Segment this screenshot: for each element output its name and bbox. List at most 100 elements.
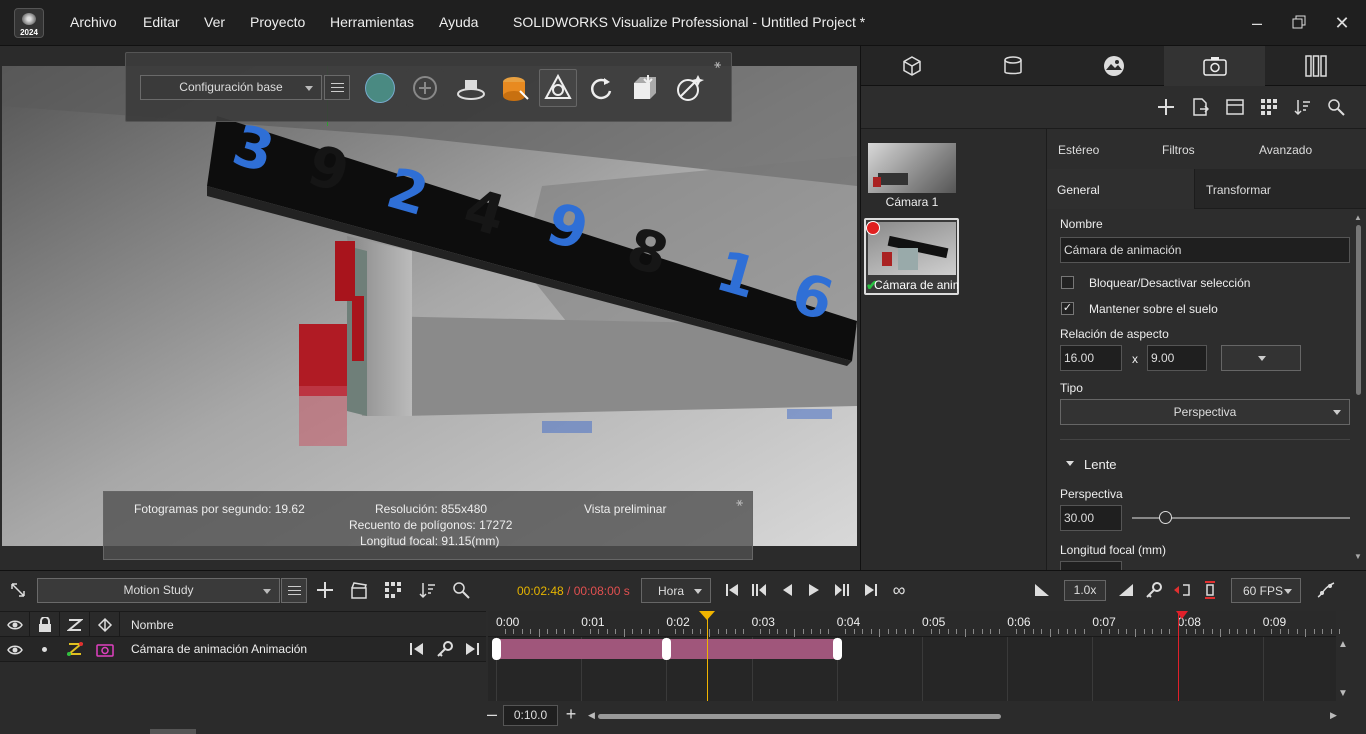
name-column-header[interactable]: Nombre xyxy=(131,618,174,632)
focal-length-field[interactable] xyxy=(1060,561,1122,570)
menu-ayuda[interactable]: Ayuda xyxy=(439,14,478,30)
menu-herramientas[interactable]: Herramientas xyxy=(330,14,414,30)
turntable-icon[interactable] xyxy=(452,69,490,107)
loop-icon[interactable]: ∞ xyxy=(888,580,910,600)
timeline-track[interactable]: 0:00 0:01 0:02 0:03 0:04 0:05 0:06 0:07 0:08 0:09 xyxy=(488,611,1341,701)
configuration-list-button[interactable] xyxy=(324,75,350,100)
aspect-width-field[interactable]: 16.00 xyxy=(1060,345,1122,371)
motion-path-icon[interactable] xyxy=(1315,580,1337,600)
export-cube-icon[interactable] xyxy=(626,69,664,107)
camera-type-dropdown[interactable]: Perspectiva xyxy=(1060,399,1350,425)
row-key-icon[interactable] xyxy=(437,641,453,660)
import-file-icon[interactable] xyxy=(1190,97,1210,117)
camera-thumbnail-selected[interactable]: ✔ Cámara de animación xyxy=(864,218,959,295)
environment-sphere-icon[interactable] xyxy=(361,69,399,107)
next-keyframe-icon[interactable] xyxy=(832,580,852,600)
skip-to-end-icon[interactable] xyxy=(861,580,881,600)
layout-icon[interactable] xyxy=(1225,97,1245,117)
zoom-out-icon[interactable]: – xyxy=(486,704,498,724)
play-icon[interactable] xyxy=(804,580,824,600)
slider-handle[interactable] xyxy=(1158,511,1172,524)
configuration-select[interactable]: Configuración base xyxy=(140,75,322,100)
perspective-slider[interactable] xyxy=(1132,511,1350,524)
aspect-height-field[interactable]: 9.00 xyxy=(1147,345,1207,371)
row-previous-key-icon[interactable] xyxy=(409,643,425,658)
slow-motion-icon[interactable] xyxy=(1032,580,1052,600)
row-unlocked-dot[interactable] xyxy=(42,647,47,652)
end-marker-line[interactable] xyxy=(1177,611,1179,701)
tab-avanzado[interactable]: Avanzado xyxy=(1259,143,1312,157)
type-column[interactable] xyxy=(90,612,120,638)
add-icon[interactable] xyxy=(1156,97,1176,117)
trim-start-icon[interactable] xyxy=(1172,580,1192,600)
keyframe-handle[interactable] xyxy=(492,638,501,660)
key-icon[interactable] xyxy=(1144,580,1164,600)
skip-to-start-icon[interactable] xyxy=(722,580,742,600)
status-pin-icon[interactable]: ⚹ xyxy=(736,495,750,509)
tab-models-icon[interactable] xyxy=(861,46,962,86)
playhead-handle[interactable] xyxy=(699,611,716,620)
time-unit-dropdown[interactable]: Hora xyxy=(641,578,711,603)
tab-filtros[interactable]: Filtros xyxy=(1162,143,1195,157)
scroll-up-icon[interactable]: ▲ xyxy=(1354,213,1362,222)
restore-icon[interactable] xyxy=(1284,10,1314,36)
search-icon[interactable] xyxy=(451,580,471,600)
lock-selection-checkbox[interactable] xyxy=(1061,276,1074,289)
menu-editar[interactable]: Editar xyxy=(143,14,180,30)
refresh-icon[interactable] xyxy=(582,69,620,107)
tab-cameras-icon[interactable] xyxy=(1164,46,1265,86)
scroll-right-icon[interactable]: ▶ xyxy=(1330,710,1337,721)
camera-name-field[interactable]: Cámara de animación xyxy=(1060,237,1350,263)
smart-icon[interactable] xyxy=(406,69,444,107)
camera-tool-icon[interactable] xyxy=(539,69,577,107)
grid-view-icon[interactable] xyxy=(383,580,403,600)
scroll-left-icon[interactable]: ◀ xyxy=(588,710,595,721)
render-effects-icon[interactable] xyxy=(671,69,709,107)
timeline-scroll-up-icon[interactable]: ▲ xyxy=(1338,639,1352,650)
tab-estereo[interactable]: Estéreo xyxy=(1058,143,1099,157)
tab-general[interactable]: General xyxy=(1047,169,1195,209)
keyframe-handle[interactable] xyxy=(662,638,672,660)
playhead-line[interactable] xyxy=(707,611,709,701)
menu-archivo[interactable]: Archivo xyxy=(70,14,117,30)
tab-libraries-icon[interactable] xyxy=(1265,46,1366,86)
timeline-row[interactable]: Cámara de animación Animación xyxy=(0,637,486,662)
add-icon[interactable] xyxy=(315,580,335,600)
scroll-down-icon[interactable]: ▼ xyxy=(1354,552,1362,561)
panel-resize-handle[interactable] xyxy=(150,729,196,734)
study-list-button[interactable] xyxy=(281,578,307,603)
previous-keyframe-icon[interactable] xyxy=(749,580,769,600)
app-logo[interactable]: 2024 xyxy=(14,8,44,38)
zoom-field[interactable]: 0:10.0 xyxy=(503,705,558,726)
step-back-icon[interactable] xyxy=(777,580,797,600)
menu-ver[interactable]: Ver xyxy=(204,14,225,30)
fast-motion-icon[interactable] xyxy=(1116,580,1136,600)
zoom-in-icon[interactable]: + xyxy=(564,704,578,724)
scrollbar[interactable] xyxy=(1356,225,1361,395)
pin-icon[interactable]: ⚹ xyxy=(714,57,728,71)
visibility-column[interactable] xyxy=(0,612,30,638)
3d-viewport[interactable]: 3 9 2 4 9 8 1 6 xyxy=(2,66,857,546)
tab-scenes-icon[interactable] xyxy=(1063,46,1164,86)
timeline-scroll-down-icon[interactable]: ▼ xyxy=(1338,688,1352,699)
row-motion-path-icon[interactable] xyxy=(66,641,84,660)
timeline-scrollbar[interactable] xyxy=(598,714,1001,719)
end-marker-icon[interactable] xyxy=(1200,580,1220,600)
sort-icon[interactable] xyxy=(1292,97,1312,117)
lock-column[interactable] xyxy=(30,612,60,638)
collapse-icon[interactable] xyxy=(8,580,28,600)
sort-icon[interactable] xyxy=(417,580,437,600)
menu-proyecto[interactable]: Proyecto xyxy=(250,14,305,30)
clapperboard-icon[interactable] xyxy=(349,580,369,600)
keyframe-handle[interactable] xyxy=(832,638,842,660)
aspect-preset-dropdown[interactable] xyxy=(1221,345,1301,371)
fps-dropdown[interactable]: 60 FPS xyxy=(1231,578,1301,603)
appearance-icon[interactable] xyxy=(496,69,534,107)
search-icon[interactable] xyxy=(1326,97,1346,117)
end-marker-flag[interactable] xyxy=(1175,611,1188,619)
grid-view-icon[interactable] xyxy=(1259,97,1279,117)
row-next-key-icon[interactable] xyxy=(465,643,481,658)
close-icon[interactable]: ✕ xyxy=(1327,10,1357,36)
chevron-down-icon[interactable] xyxy=(1066,461,1074,466)
perspective-field[interactable]: 30.00 xyxy=(1060,505,1122,531)
